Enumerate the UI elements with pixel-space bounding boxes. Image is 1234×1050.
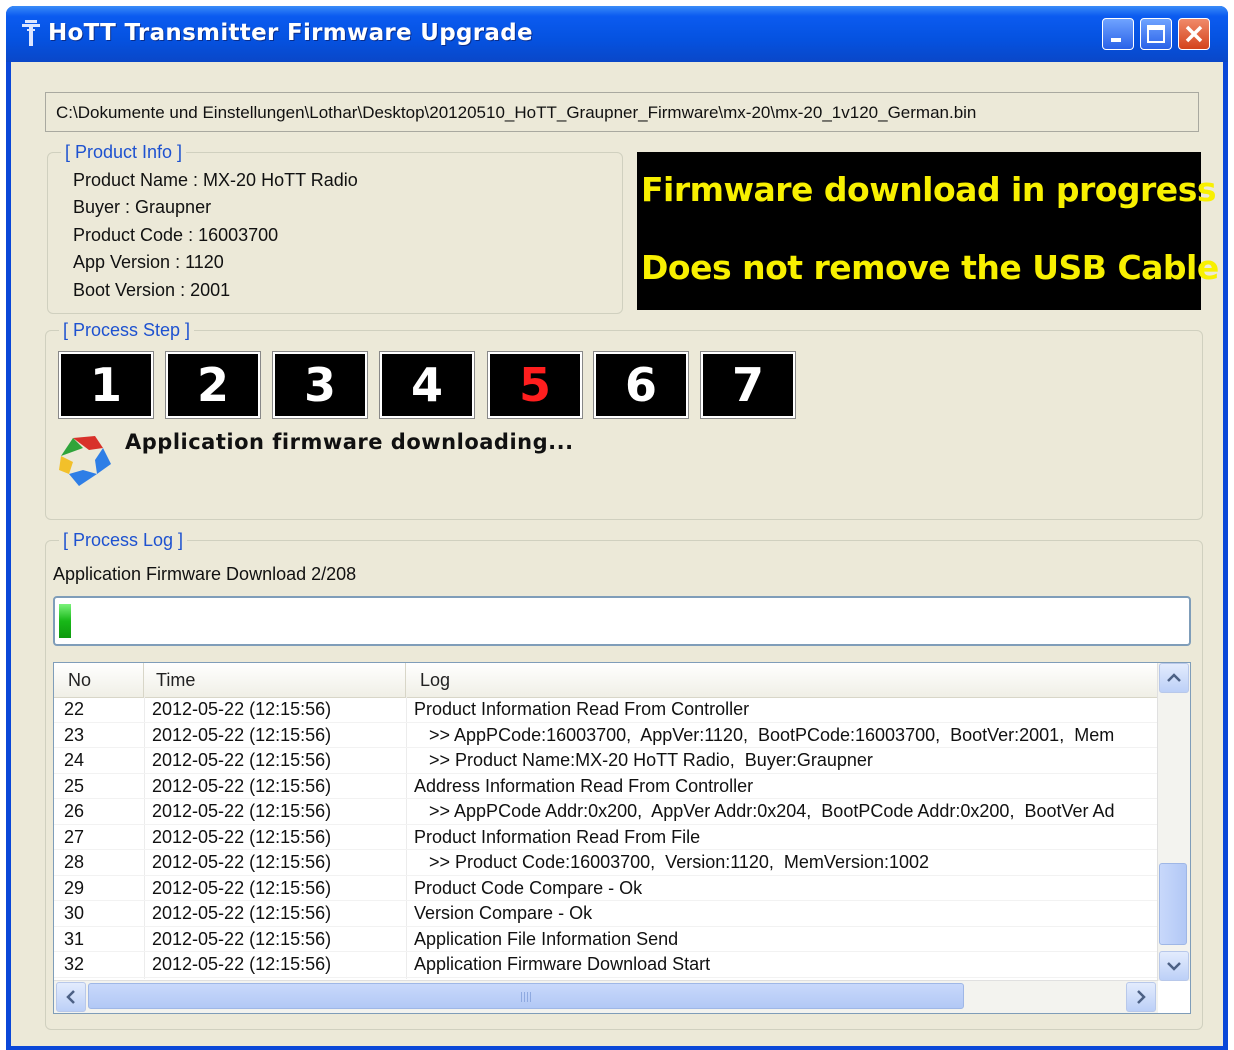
- table-row[interactable]: 24 2012-05-22 (12:15:56) >> Product Name:…: [54, 748, 1158, 774]
- row-time-cell: 2012-05-22 (12:15:56): [152, 775, 332, 796]
- horizontal-scrollbar[interactable]: [54, 980, 1158, 1013]
- buyer-text: Buyer : Graupner: [73, 197, 212, 217]
- row-time-cell: 2012-05-22 (12:15:56): [152, 954, 332, 974]
- log-table-header: No Time Log: [54, 663, 1158, 698]
- row-log-cell: Address Information Read From Controller: [414, 775, 754, 796]
- scroll-grip: [521, 992, 531, 1002]
- close-button[interactable]: [1178, 18, 1210, 50]
- banner-line-1: Firmware download in progress: [641, 170, 1216, 209]
- column-header-log[interactable]: Log: [406, 663, 1158, 697]
- table-row[interactable]: 27 2012-05-22 (12:15:56) Product Informati…: [54, 825, 1158, 850]
- step-6: 6: [594, 352, 688, 418]
- row-no-cell: 29: [64, 877, 85, 898]
- row-no-cell: 28: [64, 852, 85, 872]
- row-no-cell: 24: [64, 750, 85, 770]
- refresh-arrows-icon: [59, 436, 111, 486]
- window-title: HoTT Transmitter Firmware Upgrade: [48, 20, 533, 46]
- table-row[interactable]: 30 2012-05-22 (12:15:56) Version Compare -…: [54, 901, 1158, 927]
- antenna-icon: [22, 20, 40, 46]
- step-5-active: 5: [488, 352, 582, 418]
- row-time-cell: 2012-05-22 (12:15:56): [152, 750, 332, 770]
- vertical-scrollbar[interactable]: [1157, 663, 1190, 981]
- close-icon: [1185, 25, 1203, 43]
- row-no-cell: 25: [64, 775, 85, 796]
- table-row[interactable]: 32 2012-05-22 (12:15:56) Application Firmw…: [54, 952, 1158, 978]
- product-code-text: Product Code : 16003700: [73, 225, 279, 245]
- row-no-cell: 30: [64, 903, 85, 923]
- scroll-left-button[interactable]: [56, 982, 86, 1012]
- step-2: 2: [166, 352, 260, 418]
- row-time-cell: 2012-05-22 (12:15:56): [152, 928, 332, 949]
- row-log-cell: >> Product Code:16003700, Version:1120, …: [414, 852, 930, 872]
- step-3: 3: [273, 352, 367, 418]
- row-no-cell: 32: [64, 954, 85, 974]
- minimize-button[interactable]: [1102, 18, 1134, 50]
- table-row[interactable]: 23 2012-05-22 (12:15:56) >> AppPCode:1600…: [54, 723, 1158, 748]
- row-log-cell: Product Code Compare - Ok: [414, 877, 643, 898]
- product-info-legend: [ Product Info ]: [61, 142, 187, 163]
- row-no-cell: 31: [64, 928, 85, 949]
- row-log-cell: Version Compare - Ok: [414, 903, 593, 923]
- row-time-cell: 2012-05-22 (12:15:56): [152, 699, 332, 719]
- boot-version-text: Boot Version : 2001: [73, 280, 231, 300]
- minimize-icon: [1111, 38, 1121, 42]
- row-log-cell: Application Firmware Download Start: [414, 954, 711, 974]
- row-time-cell: 2012-05-22 (12:15:56): [152, 903, 332, 923]
- scroll-up-button[interactable]: [1159, 663, 1189, 693]
- banner-line-2: Does not remove the USB Cable: [641, 248, 1219, 287]
- app-version-text: App Version : 1120: [73, 252, 224, 272]
- maximize-icon: [1147, 25, 1165, 43]
- process-status-text: Application firmware downloading...: [125, 430, 574, 454]
- download-progress-bar: [53, 596, 1191, 646]
- row-no-cell: 26: [64, 801, 85, 821]
- log-table[interactable]: No Time Log 22 2012-05-22 (12:15:56) Produ…: [53, 662, 1191, 1014]
- scroll-down-button[interactable]: [1159, 951, 1189, 981]
- row-log-cell: Application File Information Send: [414, 928, 679, 949]
- process-step-legend: [ Process Step ]: [59, 320, 195, 341]
- process-log-legend: [ Process Log ]: [59, 530, 188, 551]
- table-row[interactable]: 31 2012-05-22 (12:15:56) Application File …: [54, 927, 1158, 952]
- scroll-right-button[interactable]: [1126, 982, 1156, 1012]
- row-no-cell: 23: [64, 724, 85, 745]
- row-time-cell: 2012-05-22 (12:15:56): [152, 826, 332, 847]
- product-name-text: Product Name : MX-20 HoTT Radio: [73, 170, 358, 190]
- row-time-cell: 2012-05-22 (12:15:56): [152, 852, 332, 872]
- row-time-cell: 2012-05-22 (12:15:56): [152, 801, 332, 821]
- horizontal-scroll-thumb[interactable]: [88, 983, 964, 1009]
- title-bar[interactable]: HoTT Transmitter Firmware Upgrade: [6, 6, 1228, 62]
- scroll-up-icon: [1167, 673, 1181, 682]
- row-log-cell: >> AppPCode Addr:0x200, AppVer Addr:0x20…: [414, 801, 1115, 821]
- scroll-down-icon: [1167, 962, 1181, 971]
- maximize-button[interactable]: [1140, 18, 1172, 50]
- row-log-cell: Product Information Read From File: [414, 826, 701, 847]
- row-time-cell: 2012-05-22 (12:15:56): [152, 877, 332, 898]
- step-1: 1: [59, 352, 153, 418]
- app-window: HoTT Transmitter Firmware Upgrade C:\Dok…: [6, 6, 1228, 1050]
- row-log-cell: >> AppPCode:16003700, AppVer:1120, BootP…: [414, 724, 1115, 745]
- step-4: 4: [380, 352, 474, 418]
- log-rows: 22 2012-05-22 (12:15:56) Product Informati…: [54, 697, 1158, 978]
- table-row[interactable]: 26 2012-05-22 (12:15:56) >> AppPCode Addr…: [54, 799, 1158, 825]
- row-log-cell: Product Information Read From Controller: [414, 699, 750, 719]
- vertical-scroll-thumb[interactable]: [1159, 863, 1187, 945]
- column-header-time[interactable]: Time: [144, 663, 406, 697]
- row-time-cell: 2012-05-22 (12:15:56): [152, 724, 332, 745]
- table-row[interactable]: 28 2012-05-22 (12:15:56) >> Product Code:…: [54, 850, 1158, 876]
- scroll-right-icon: [1137, 990, 1146, 1004]
- warning-banner: Firmware download in progress Does not r…: [637, 152, 1219, 310]
- step-7: 7: [701, 352, 795, 418]
- row-no-cell: 22: [64, 699, 85, 719]
- row-log-cell: >> Product Name:MX-20 HoTT Radio, Buyer:…: [414, 750, 873, 770]
- file-path-field[interactable]: C:\Dokumente und Einstellungen\Lothar\De…: [45, 92, 1199, 132]
- table-row[interactable]: 25 2012-05-22 (12:15:56) Address Informati…: [54, 774, 1158, 799]
- table-row[interactable]: 22 2012-05-22 (12:15:56) Product Informati…: [54, 697, 1158, 723]
- scroll-left-icon: [66, 990, 75, 1004]
- download-progress-label: Application Firmware Download 2/208: [53, 564, 357, 584]
- progress-fill: [59, 604, 71, 638]
- column-header-no[interactable]: No: [54, 663, 144, 697]
- table-row[interactable]: 29 2012-05-22 (12:15:56) Product Code Comp…: [54, 876, 1158, 901]
- client-area: C:\Dokumente und Einstellungen\Lothar\De…: [11, 62, 1223, 1046]
- row-no-cell: 27: [64, 826, 85, 847]
